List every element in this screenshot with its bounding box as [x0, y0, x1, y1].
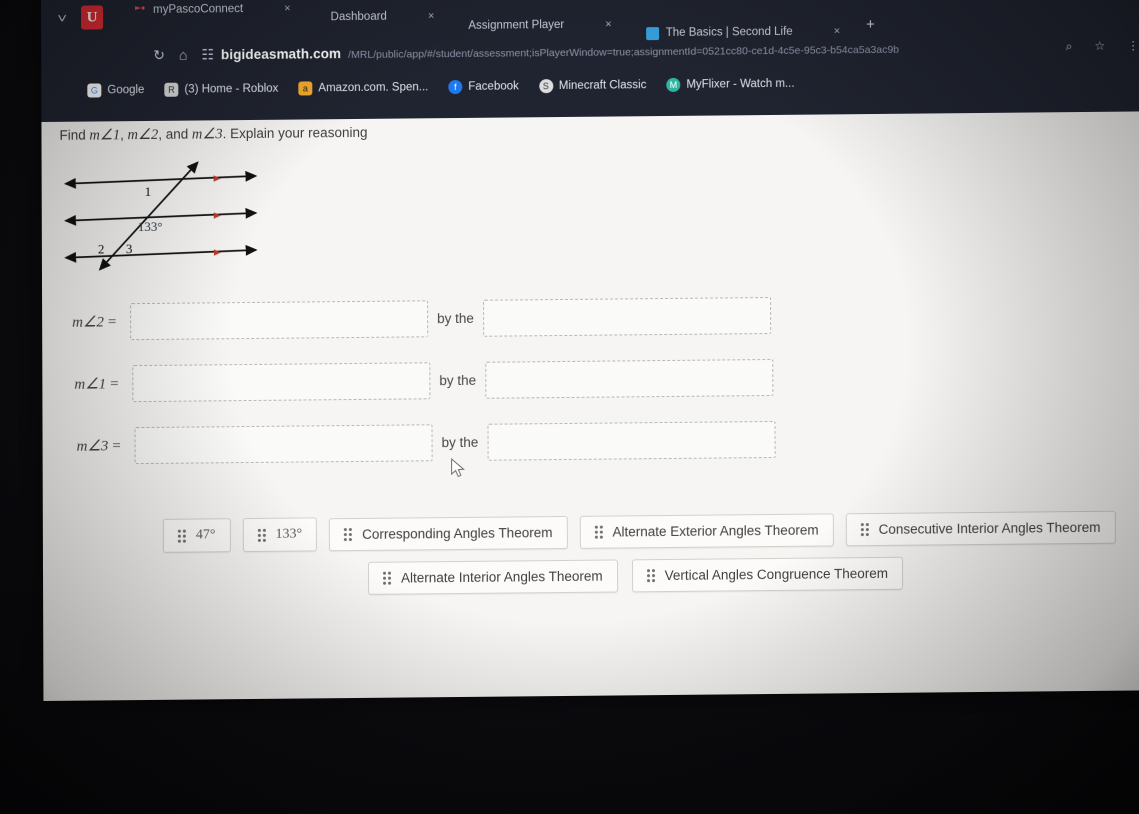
prompt-sep-2: , and: [158, 126, 189, 142]
favorite-star-icon[interactable]: ☆: [1094, 38, 1105, 53]
angle-label-1: 1: [145, 184, 152, 199]
tile-label: Consecutive Interior Angles Theorem: [878, 519, 1101, 537]
bookmark-label: (3) Home - Roblox: [184, 82, 279, 96]
prompt-prefix: Find: [59, 127, 86, 143]
prompt-suffix: . Explain your reasoning: [222, 124, 368, 142]
row-label: m∠1 =: [74, 376, 119, 393]
tab-title: myPascoConnect: [153, 3, 244, 16]
row-label: m∠3 =: [76, 438, 121, 455]
monitor-screen: ˅ U myPascoConnect × Dashboard × Assignm…: [41, 0, 1139, 702]
omnibox-actions: ⌕ ☆ ⋮: [1066, 38, 1139, 54]
tile-vertical-angles-congruence-theorem[interactable]: Vertical Angles Congruence Theorem: [631, 556, 904, 593]
tile-47-degrees[interactable]: 47°: [162, 518, 231, 553]
myflixer-icon: M: [666, 77, 681, 93]
answer-bank-row-2: Alternate Interior Angles Theorem Vertic…: [367, 555, 1103, 595]
home-icon[interactable]: ⌂: [179, 47, 188, 63]
prompt-sep-1: ,: [120, 127, 124, 143]
assignment-page: Find m∠1, m∠2, and m∠3. Explain your rea…: [41, 111, 1139, 702]
row-label: m∠2 =: [72, 314, 117, 331]
tile-label: Vertical Angles Congruence Theorem: [664, 565, 889, 584]
mouse-cursor: [451, 457, 467, 485]
browser-chrome: ˅ U myPascoConnect × Dashboard × Assignm…: [41, 0, 1139, 123]
drag-handle-icon[interactable]: [646, 569, 655, 583]
facebook-icon: f: [448, 79, 463, 95]
roblox-icon: R: [164, 82, 179, 97]
connector-label: by the: [441, 434, 479, 451]
answer-row-m1: m∠1 = by the: [74, 358, 852, 403]
url-path: /MRL/public/app/#/student/assessment;isP…: [348, 43, 900, 61]
prompt-angle-1: m∠1: [89, 127, 121, 144]
drag-handle-icon[interactable]: [177, 529, 186, 543]
tile-alternate-exterior-angles-theorem[interactable]: Alternate Exterior Angles Theorem: [579, 512, 834, 549]
answer-reason-dropzone[interactable]: [485, 358, 774, 399]
bookmark-label: MyFlixer - Watch m...: [686, 77, 795, 91]
tile-consecutive-interior-angles-theorem[interactable]: Consecutive Interior Angles Theorem: [845, 510, 1116, 546]
drag-handle-icon[interactable]: [860, 522, 869, 536]
answer-value-dropzone[interactable]: [134, 424, 433, 465]
tab-title: Assignment Player: [468, 18, 565, 32]
tab-title: Dashboard: [330, 10, 387, 24]
geometry-figure: 1 2 3 133°: [58, 156, 268, 278]
more-options-icon[interactable]: ⋮: [1127, 38, 1139, 53]
bookmark-label: Google: [107, 84, 145, 97]
answer-value-dropzone[interactable]: [132, 362, 431, 403]
tile-label: Alternate Interior Angles Theorem: [401, 568, 603, 586]
answer-reason-dropzone[interactable]: [482, 297, 771, 337]
given-angle-label: 133°: [138, 219, 163, 234]
tab-close-icon[interactable]: ×: [284, 3, 290, 15]
bookmark-amazon[interactable]: a Amazon.com. Spen...: [298, 80, 429, 96]
tile-label: Alternate Exterior Angles Theorem: [612, 522, 819, 540]
parallel-lines-diagram: 1 2 3 133°: [63, 161, 258, 271]
bookmark-label: Minecraft Classic: [558, 79, 647, 93]
tile-label: 47°: [195, 527, 216, 543]
answer-reason-dropzone[interactable]: [487, 420, 776, 461]
url-host: bigideasmath.com: [220, 45, 342, 62]
tile-label: Corresponding Angles Theorem: [362, 524, 553, 542]
photo-of-screen: ˅ U myPascoConnect × Dashboard × Assignm…: [0, 0, 1139, 814]
reload-icon[interactable]: ↻: [153, 46, 165, 63]
prompt-angle-2: m∠2: [127, 126, 159, 144]
angle-label-2: 2: [98, 241, 105, 256]
answer-value-dropzone[interactable]: [130, 300, 429, 341]
bookmark-google[interactable]: G Google: [87, 83, 144, 98]
drag-handle-icon[interactable]: [257, 528, 266, 542]
profile-badge-icon[interactable]: U: [81, 5, 104, 30]
window-chevron-icon[interactable]: ˅: [45, 10, 79, 25]
bookmark-label: Amazon.com. Spen...: [318, 81, 429, 95]
question-prompt: Find m∠1, m∠2, and m∠3. Explain your rea…: [59, 125, 367, 145]
tab-close-icon[interactable]: ×: [605, 19, 611, 31]
drag-handle-icon[interactable]: [383, 571, 392, 585]
tile-133-degrees[interactable]: 133°: [242, 517, 318, 553]
tile-alternate-interior-angles-theorem[interactable]: Alternate Interior Angles Theorem: [367, 559, 618, 595]
drag-handle-icon[interactable]: [594, 525, 603, 539]
bookmark-myflixer[interactable]: M MyFlixer - Watch m...: [666, 77, 795, 93]
site-info-icon[interactable]: ☷: [201, 46, 214, 63]
connector-label: by the: [439, 372, 477, 389]
bookmark-label: Facebook: [468, 80, 519, 93]
tab-mypascoconnect[interactable]: myPascoConnect ×: [123, 0, 301, 25]
tab-close-icon[interactable]: ×: [428, 10, 434, 22]
bookmark-facebook[interactable]: f Facebook: [448, 79, 519, 95]
bookmark-minecraft-classic[interactable]: S Minecraft Classic: [538, 78, 647, 94]
answer-bank: 47° 133° Corresponding Angles Theorem Al…: [162, 510, 1116, 608]
prompt-angle-3: m∠3: [191, 126, 223, 143]
minecraft-icon: S: [538, 79, 553, 94]
amazon-icon: a: [298, 81, 313, 96]
address-bar[interactable]: ☷ bigideasmath.com /MRL/public/app/#/stu…: [201, 38, 1051, 63]
google-icon: G: [87, 83, 102, 98]
angle-label-3: 3: [126, 241, 133, 256]
search-icon[interactable]: ⌕: [1066, 39, 1073, 54]
connector-label: by the: [437, 310, 474, 327]
drag-handle-icon[interactable]: [344, 527, 353, 541]
tab-dashboard[interactable]: Dashboard ×: [321, 1, 445, 32]
bookmark-roblox[interactable]: R (3) Home - Roblox: [164, 82, 278, 97]
pasco-icon: [133, 3, 146, 16]
tile-corresponding-angles-theorem[interactable]: Corresponding Angles Theorem: [329, 515, 568, 551]
tile-label: 133°: [275, 526, 303, 542]
answer-bank-row-1: 47° 133° Corresponding Angles Theorem Al…: [162, 510, 1116, 553]
answer-row-m2: m∠2 = by the: [72, 296, 852, 341]
